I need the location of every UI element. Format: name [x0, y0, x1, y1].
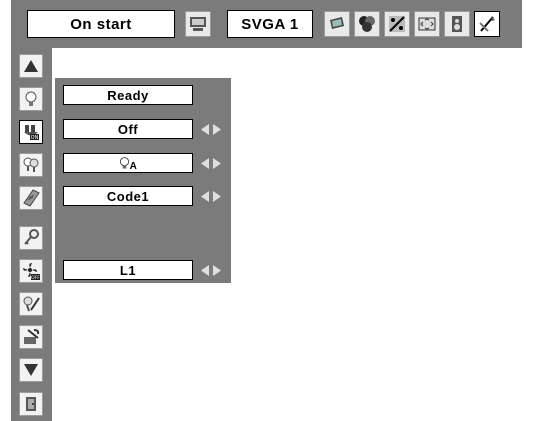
remote-code-arrows[interactable] [200, 189, 224, 203]
top-menu-bar: On start SVGA 1 [11, 0, 522, 48]
fan-control-arrows[interactable] [200, 263, 224, 277]
fan-control-value[interactable]: L1 [63, 260, 193, 280]
right-arrow-icon[interactable] [212, 123, 222, 136]
power-management-icon[interactable]: ON [19, 120, 43, 144]
factory-default-icon[interactable] [19, 325, 43, 349]
display-icon[interactable] [324, 11, 350, 37]
power-management-arrows[interactable] [200, 122, 224, 136]
power-management-value[interactable]: Off [63, 119, 193, 139]
screen-icon[interactable] [414, 11, 440, 37]
svg-text:OFF: OFF [31, 275, 40, 280]
lamp-mode-value[interactable]: A [63, 153, 193, 173]
filter-icon[interactable] [19, 292, 43, 316]
svg-text:ON: ON [31, 135, 39, 141]
left-arrow-icon[interactable] [200, 264, 210, 277]
remote-control-icon[interactable] [19, 186, 43, 210]
remote-code-value[interactable]: Code1 [63, 186, 193, 206]
right-arrow-icon[interactable] [212, 264, 222, 277]
sound-icon[interactable] [444, 11, 470, 37]
input-signal-label: SVGA 1 [227, 10, 313, 38]
exit-icon[interactable] [19, 392, 43, 416]
lamp-mode-suffix: A [129, 160, 138, 172]
setting-submenu-panel: Ready Off A Code1 L1 [55, 78, 231, 283]
lamp-status-value: Ready [63, 85, 193, 105]
security-lock-icon[interactable] [19, 226, 43, 250]
down-arrow-icon[interactable] [19, 358, 43, 382]
lamp-mode-icon[interactable] [19, 153, 43, 177]
left-arrow-icon[interactable] [200, 123, 210, 136]
fan-off-icon[interactable]: OFF [19, 259, 43, 283]
right-arrow-icon[interactable] [212, 157, 222, 170]
color-icon[interactable] [354, 11, 380, 37]
lamp-icon [119, 156, 129, 169]
left-arrow-icon[interactable] [200, 157, 210, 170]
input-icon[interactable] [185, 11, 211, 37]
up-arrow-icon[interactable] [19, 54, 43, 78]
sidebar: ON OFF [11, 48, 52, 421]
lamp-mode-arrows[interactable] [200, 156, 224, 170]
left-arrow-icon[interactable] [200, 190, 210, 203]
right-arrow-icon[interactable] [212, 190, 222, 203]
setting-icon[interactable] [474, 11, 500, 37]
status-label: On start [27, 10, 175, 38]
lamp-icon[interactable] [19, 87, 43, 111]
image-adjust-icon[interactable] [384, 11, 410, 37]
